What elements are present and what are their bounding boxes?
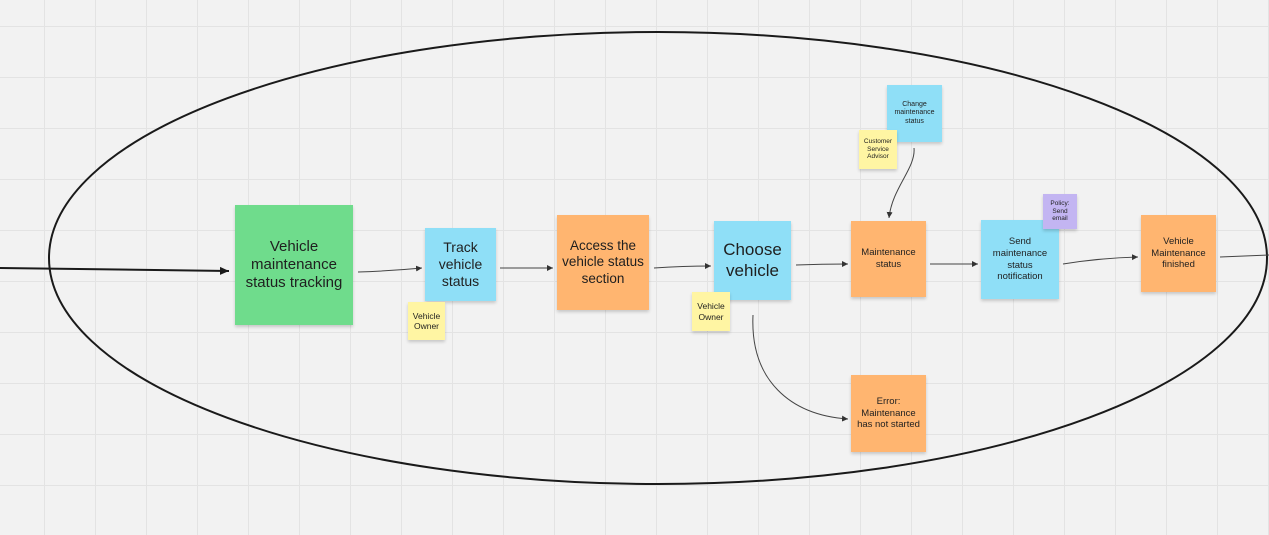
sticky-text: Send maintenance status notification — [992, 236, 1048, 283]
sticky-send-maintenance-status-notification[interactable]: Send maintenance status notification — [981, 220, 1059, 299]
sticky-error-maintenance-not-started[interactable]: Error: Maintenance has not started — [851, 375, 926, 452]
incoming-arrow[interactable] — [0, 266, 230, 275]
sticky-text: Vehicle Owner — [412, 310, 441, 331]
sticky-text: Policy: Send email — [1050, 199, 1070, 223]
sticky-text: Vehicle maintenance status tracking — [245, 237, 343, 292]
edge-tracking-to-track[interactable] — [357, 265, 423, 273]
sticky-access-vehicle-status-section[interactable]: Access the vehicle status section — [557, 215, 649, 310]
edge-access-to-choose[interactable] — [653, 263, 712, 270]
sticky-actor-vehicle-owner[interactable]: Vehicle Owner — [692, 292, 730, 331]
sticky-vehicle-maintenance-finished[interactable]: Vehicle Maintenance finished — [1141, 215, 1216, 292]
sticky-policy-send-email[interactable]: Policy: Send email — [1043, 194, 1077, 229]
sticky-text: Choose vehicle — [723, 239, 782, 280]
sticky-text: Maintenance status — [861, 247, 916, 270]
sticky-vehicle-maintenance-status-tracking[interactable]: Vehicle maintenance status tracking — [235, 205, 353, 325]
sticky-text: Change maintenance status — [894, 100, 935, 125]
edge-send-to-finished[interactable] — [1062, 254, 1139, 265]
sticky-text: Customer Service Advisor — [863, 137, 893, 161]
sticky-text: Vehicle Maintenance finished — [1151, 236, 1206, 271]
sticky-actor-vehicle-owner[interactable]: Vehicle Owner — [408, 302, 445, 340]
sticky-text: Track vehicle status — [438, 238, 483, 290]
sticky-maintenance-status[interactable]: Maintenance status — [851, 221, 926, 297]
edge-choose-to-maintenance[interactable] — [795, 261, 849, 268]
whiteboard-canvas[interactable]: Vehicle maintenance status tracking Trac… — [0, 0, 1269, 535]
sticky-text: Vehicle Owner — [697, 301, 725, 322]
edge-finished-to-exit[interactable] — [1219, 254, 1269, 258]
sticky-track-vehicle-status[interactable]: Track vehicle status — [425, 228, 496, 301]
sticky-text: Error: Maintenance has not started — [857, 396, 920, 431]
scope-ellipse[interactable] — [48, 31, 1268, 485]
sticky-text: Access the vehicle status section — [562, 237, 644, 286]
edge-choose-to-error[interactable] — [752, 314, 849, 422]
sticky-choose-vehicle[interactable]: Choose vehicle — [714, 221, 791, 300]
sticky-actor-customer-service-advisor[interactable]: Customer Service Advisor — [859, 130, 897, 169]
